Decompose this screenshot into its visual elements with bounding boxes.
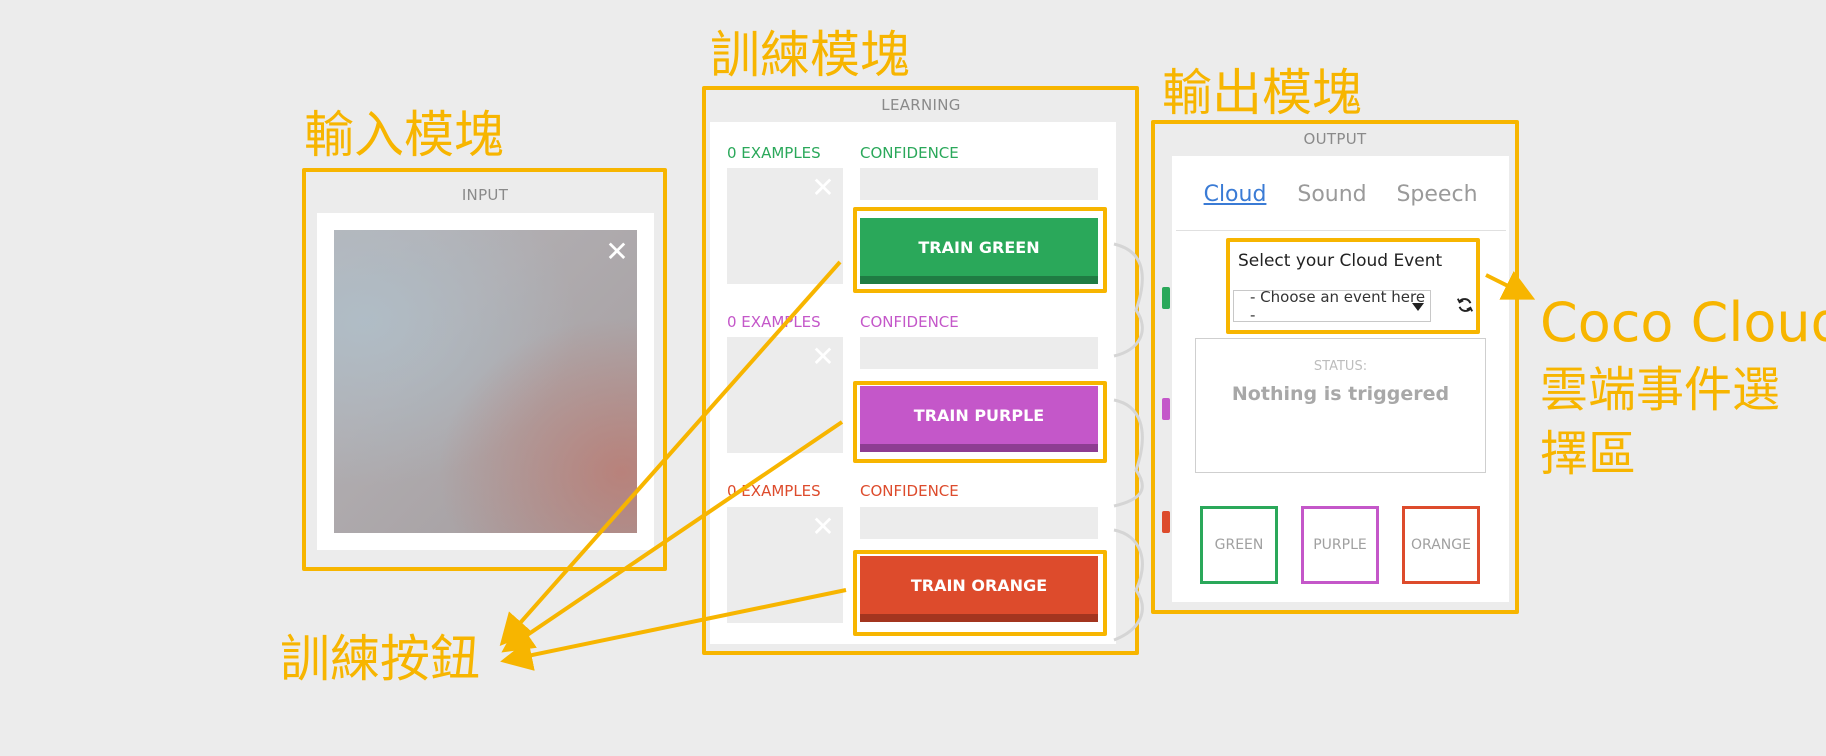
tab-speech[interactable]: Speech — [1390, 182, 1484, 207]
annotation-coco-cloud-line3: 擇區 — [1540, 426, 1637, 482]
confidence-bar-green — [860, 168, 1098, 200]
output-orange-box[interactable]: ORANGE — [1402, 506, 1480, 584]
cloud-event-select-value: - Choose an event here - — [1250, 288, 1426, 324]
clear-examples-icon[interactable]: ✕ — [809, 513, 837, 541]
input-card: ✕ — [317, 213, 654, 550]
annotation-output-title: 輸出模塊 — [1162, 64, 1362, 122]
webcam-preview: ✕ — [334, 230, 637, 533]
annotation-coco-cloud-line2: 雲端事件選 — [1540, 362, 1781, 418]
annotation-train-green-box — [853, 207, 1107, 293]
annotation-learning-title: 訓練模塊 — [710, 26, 910, 84]
output-header: OUTPUT — [1303, 130, 1367, 148]
status-box: STATUS: Nothing is triggered — [1195, 338, 1486, 473]
refresh-icon[interactable] — [1456, 296, 1474, 314]
confidence-label-green: CONFIDENCE — [860, 144, 959, 162]
cloud-event-title: Select your Cloud Event — [1238, 251, 1443, 271]
green-input-indicator — [1162, 287, 1170, 309]
tab-cloud[interactable]: Cloud — [1198, 182, 1272, 207]
examples-count-orange: 0 EXAMPLES — [727, 482, 821, 500]
tabs-divider — [1176, 230, 1506, 231]
input-header: INPUT — [461, 186, 509, 204]
tab-sound[interactable]: Sound — [1290, 182, 1374, 207]
examples-box-orange: ✕ — [727, 507, 843, 623]
output-purple-box[interactable]: PURPLE — [1301, 506, 1379, 584]
purple-input-indicator — [1162, 398, 1170, 420]
annotation-coco-cloud-line1: Coco Cloud — [1540, 291, 1826, 354]
confidence-bar-orange — [860, 507, 1098, 539]
confidence-bar-purple — [860, 337, 1098, 369]
cloud-event-select[interactable]: - Choose an event here - — [1233, 288, 1431, 324]
learning-header: LEARNING — [881, 96, 961, 114]
annotation-input-title: 輸入模塊 — [304, 106, 504, 164]
status-label: STATUS: — [1313, 359, 1368, 374]
examples-box-green: ✕ — [727, 168, 843, 284]
examples-count-green: 0 EXAMPLES — [727, 144, 821, 162]
examples-box-purple: ✕ — [727, 337, 843, 453]
clear-examples-icon[interactable]: ✕ — [809, 343, 837, 371]
output-green-box[interactable]: GREEN — [1200, 506, 1278, 584]
status-text: Nothing is triggered — [1231, 383, 1450, 405]
confidence-label-purple: CONFIDENCE — [860, 313, 959, 331]
annotation-train-buttons-label: 訓練按鈕 — [280, 630, 480, 688]
close-icon[interactable]: ✕ — [602, 238, 632, 268]
examples-count-purple: 0 EXAMPLES — [727, 313, 821, 331]
chevron-down-icon — [1412, 303, 1424, 311]
clear-examples-icon[interactable]: ✕ — [809, 174, 837, 202]
orange-input-indicator — [1162, 511, 1170, 533]
confidence-label-orange: CONFIDENCE — [860, 482, 959, 500]
annotation-train-orange-box — [853, 550, 1107, 636]
annotation-train-purple-box — [853, 381, 1107, 463]
